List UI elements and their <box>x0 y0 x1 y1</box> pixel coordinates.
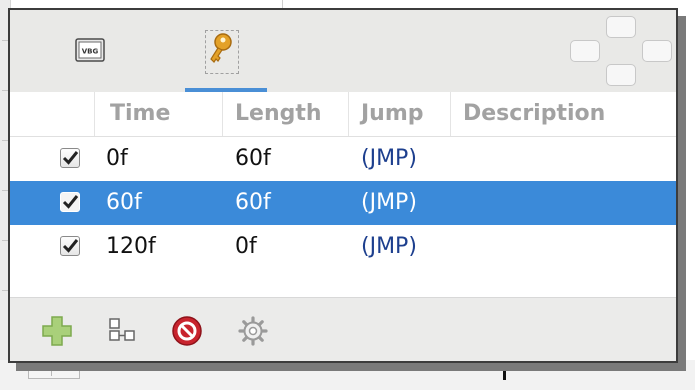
keyframe-table: Time Length Jump Description 0f 60f (JMP… <box>10 92 676 297</box>
column-header-length[interactable]: Length <box>223 92 347 136</box>
cell-description[interactable] <box>451 181 676 225</box>
group-icon <box>109 318 135 341</box>
table-row-selected[interactable]: 60f 60f (JMP) <box>10 181 676 225</box>
dropdown-arrow-icon <box>35 364 45 370</box>
nav-right-button[interactable] <box>642 40 672 62</box>
panel-bottom-toolbar <box>10 297 676 361</box>
cell-time[interactable]: 120f <box>94 225 222 269</box>
remove-keyframe-button[interactable] <box>170 314 204 348</box>
row-enabled-checkbox[interactable] <box>60 148 80 168</box>
nav-left-button[interactable] <box>570 40 600 62</box>
cell-jump[interactable]: (JMP) <box>349 225 449 269</box>
nav-down-button[interactable] <box>606 64 636 86</box>
column-separator <box>94 92 95 136</box>
tab-video[interactable]: VBG <box>55 10 125 92</box>
checkmark-icon <box>62 195 79 209</box>
cell-jump[interactable]: (JMP) <box>349 181 449 225</box>
row-enabled-checkbox[interactable] <box>60 236 80 256</box>
column-header-jump[interactable]: Jump <box>349 92 449 136</box>
background-bottom-area <box>0 360 695 390</box>
add-keyframe-button[interactable] <box>40 314 74 348</box>
background-playhead <box>503 360 506 380</box>
panel-toolbar: VBG <box>10 10 676 93</box>
stop-icon <box>172 316 202 346</box>
key-icon-frame <box>205 30 239 74</box>
cell-length[interactable]: 0f <box>223 225 348 269</box>
table-row[interactable]: 120f 0f (JMP) <box>10 225 676 269</box>
keyframes-panel: VBG Time Length Jump Description 0f 60f … <box>8 8 678 363</box>
group-keyframes-button[interactable] <box>106 314 140 348</box>
cell-description[interactable] <box>451 225 676 269</box>
key-icon <box>210 33 232 63</box>
film-clip-icon: VBG <box>75 38 105 62</box>
column-header-description[interactable]: Description <box>451 92 676 136</box>
plus-icon <box>42 316 72 346</box>
settings-button[interactable] <box>236 314 270 348</box>
cell-description[interactable] <box>451 137 676 181</box>
gear-icon <box>238 316 268 346</box>
checkmark-icon <box>62 239 79 253</box>
film-clip-glyph: VBG <box>82 48 99 56</box>
tab-keys[interactable] <box>185 10 267 92</box>
nav-up-button[interactable] <box>606 16 636 38</box>
cell-length[interactable]: 60f <box>223 181 348 225</box>
table-row[interactable]: 0f 60f (JMP) <box>10 137 676 181</box>
cell-jump[interactable]: (JMP) <box>349 137 449 181</box>
table-header: Time Length Jump Description <box>10 92 676 137</box>
row-enabled-checkbox[interactable] <box>60 192 80 212</box>
navigation-pad <box>566 16 676 92</box>
cell-length[interactable]: 60f <box>223 137 348 181</box>
column-header-time[interactable]: Time <box>98 92 222 136</box>
checkmark-icon <box>62 151 79 165</box>
cell-time[interactable]: 60f <box>94 181 222 225</box>
cell-time[interactable]: 0f <box>94 137 222 181</box>
